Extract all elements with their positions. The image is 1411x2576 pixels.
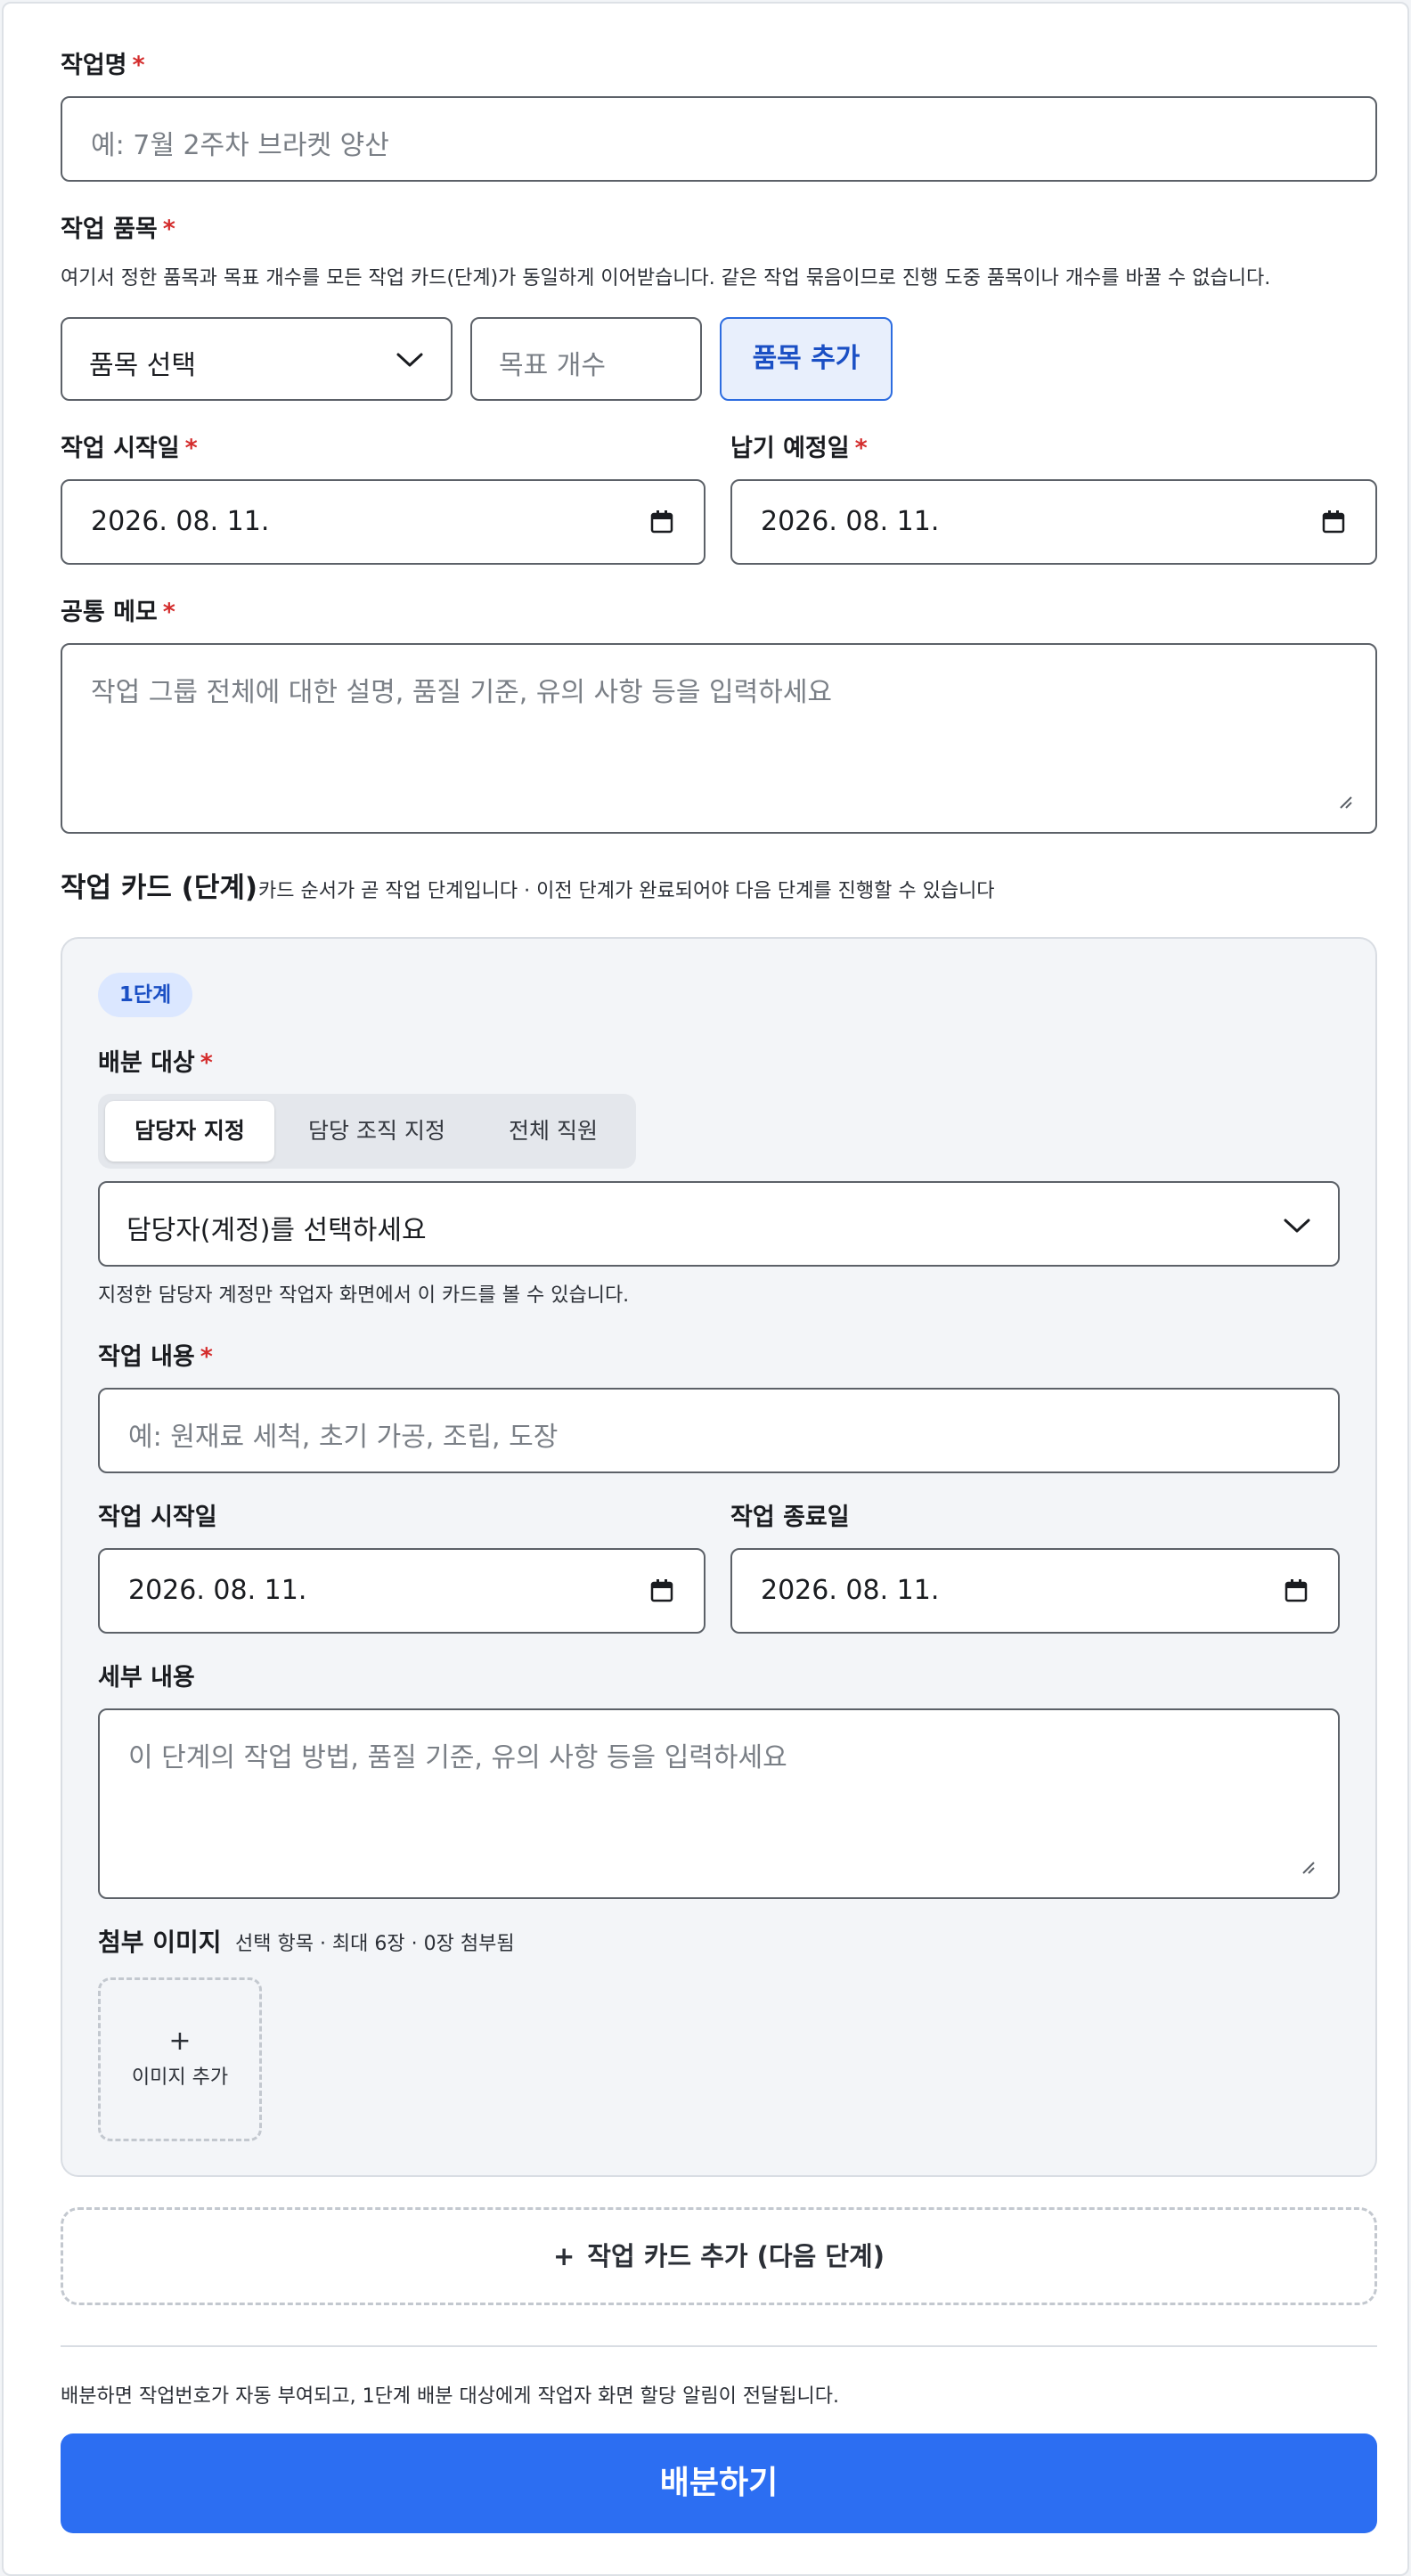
start-date-value: 2026. 08. 11.	[91, 506, 270, 537]
due-date-label: 납기 예정일 *	[730, 435, 868, 462]
add-item-button[interactable]: 품목 추가	[720, 317, 893, 401]
add-image-label: 이미지 추가	[131, 2067, 229, 2089]
content-input[interactable]: 예: 원재료 세척, 초기 가공, 조립, 도장	[98, 1388, 1340, 1473]
tab-all-staff[interactable]: 전체 직원	[479, 1101, 627, 1162]
images-help: 선택 항목 · 최대 6장 · 0장 첨부됨	[235, 1933, 515, 1955]
calendar-icon[interactable]	[650, 510, 673, 534]
job-name-input[interactable]: 예: 7월 2주차 브라켓 양산	[61, 96, 1377, 182]
add-card-button[interactable]: + 작업 카드 추가 (다음 단계)	[61, 2207, 1377, 2305]
required-mark: *	[200, 1343, 213, 1371]
item-select-value: 품목 선택	[89, 350, 196, 381]
required-mark: *	[162, 599, 175, 626]
stage-end-value: 2026. 08. 11.	[761, 1575, 940, 1606]
stage-end-date-input[interactable]: 2026. 08. 11.	[730, 1548, 1340, 1634]
tab-organization[interactable]: 담당 조직 지정	[285, 1101, 469, 1162]
add-card-label: 작업 카드 추가 (다음 단계)	[587, 2241, 885, 2271]
images-label: 첨부 이미지	[98, 1928, 222, 1957]
due-date-value: 2026. 08. 11.	[761, 506, 940, 537]
detail-textarea[interactable]: 이 단계의 작업 방법, 품질 기준, 유의 사항 등을 입력하세요	[98, 1708, 1340, 1899]
assign-label: 배분 대상 *	[98, 1049, 213, 1077]
stage-badge: 1단계	[98, 973, 192, 1017]
item-select[interactable]: 품목 선택	[61, 317, 453, 401]
divider	[61, 2345, 1377, 2347]
memo-label: 공통 메모 *	[61, 599, 175, 626]
stage-start-value: 2026. 08. 11.	[128, 1575, 307, 1606]
stage-end-label: 작업 종료일	[730, 1504, 850, 1531]
detail-label: 세부 내용	[98, 1664, 195, 1692]
assignee-select[interactable]: 담당자(계정)를 선택하세요	[98, 1181, 1340, 1267]
assignee-select-value: 담당자(계정)를 선택하세요	[126, 1215, 427, 1246]
target-count-placeholder: 목표 개수	[499, 350, 606, 381]
detail-placeholder: 이 단계의 작업 방법, 품질 기준, 유의 사항 등을 입력하세요	[128, 1742, 787, 1773]
memo-placeholder: 작업 그룹 전체에 대한 설명, 품질 기준, 유의 사항 등을 입력하세요	[91, 677, 833, 708]
stage-start-label: 작업 시작일	[98, 1504, 217, 1531]
chevron-down-icon	[1284, 1219, 1310, 1233]
calendar-icon[interactable]	[1322, 510, 1345, 534]
plus-icon: +	[552, 2241, 575, 2271]
cards-section-title: 작업 카드 (단계)	[61, 872, 258, 904]
content-label: 작업 내용 *	[98, 1343, 213, 1371]
required-mark: *	[200, 1049, 213, 1077]
content-placeholder: 예: 원재료 세척, 초기 가공, 조립, 도장	[128, 1422, 559, 1453]
target-count-input[interactable]: 목표 개수	[470, 317, 702, 401]
chevron-down-icon	[396, 353, 423, 367]
required-mark: *	[184, 435, 198, 462]
assign-help: 지정한 담당자 계정만 작업자 화면에서 이 카드를 볼 수 있습니다.	[98, 1284, 630, 1307]
calendar-icon[interactable]	[1285, 1579, 1308, 1602]
plus-icon: +	[168, 2026, 192, 2057]
resize-grip-icon[interactable]	[1299, 1858, 1315, 1874]
required-mark: *	[854, 435, 868, 462]
memo-textarea[interactable]: 작업 그룹 전체에 대한 설명, 품질 기준, 유의 사항 등을 입력하세요	[61, 643, 1377, 834]
item-help: 여기서 정한 품목과 목표 개수를 모든 작업 카드(단계)가 동일하게 이어받…	[61, 267, 1271, 289]
submit-button[interactable]: 배분하기	[61, 2433, 1377, 2533]
job-name-label: 작업명 *	[61, 52, 145, 79]
job-name-placeholder: 예: 7월 2주차 브라켓 양산	[91, 130, 389, 161]
item-label: 작업 품목 *	[61, 216, 175, 243]
start-date-input[interactable]: 2026. 08. 11.	[61, 479, 706, 565]
start-date-label: 작업 시작일 *	[61, 435, 198, 462]
stage-start-date-input[interactable]: 2026. 08. 11.	[98, 1548, 706, 1634]
required-mark: *	[162, 216, 175, 243]
calendar-icon[interactable]	[650, 1579, 673, 1602]
tab-assignee[interactable]: 담당자 지정	[105, 1101, 274, 1162]
cards-section-help: 카드 순서가 곧 작업 단계입니다 · 이전 단계가 완료되어야 다음 단계를 …	[258, 880, 995, 902]
footer-note: 배분하면 작업번호가 자동 부여되고, 1단계 배분 대상에게 작업자 화면 할…	[61, 2385, 840, 2408]
required-mark: *	[132, 52, 145, 79]
due-date-input[interactable]: 2026. 08. 11.	[730, 479, 1377, 565]
add-image-button[interactable]: + 이미지 추가	[98, 1977, 262, 2141]
resize-grip-icon[interactable]	[1336, 793, 1352, 809]
